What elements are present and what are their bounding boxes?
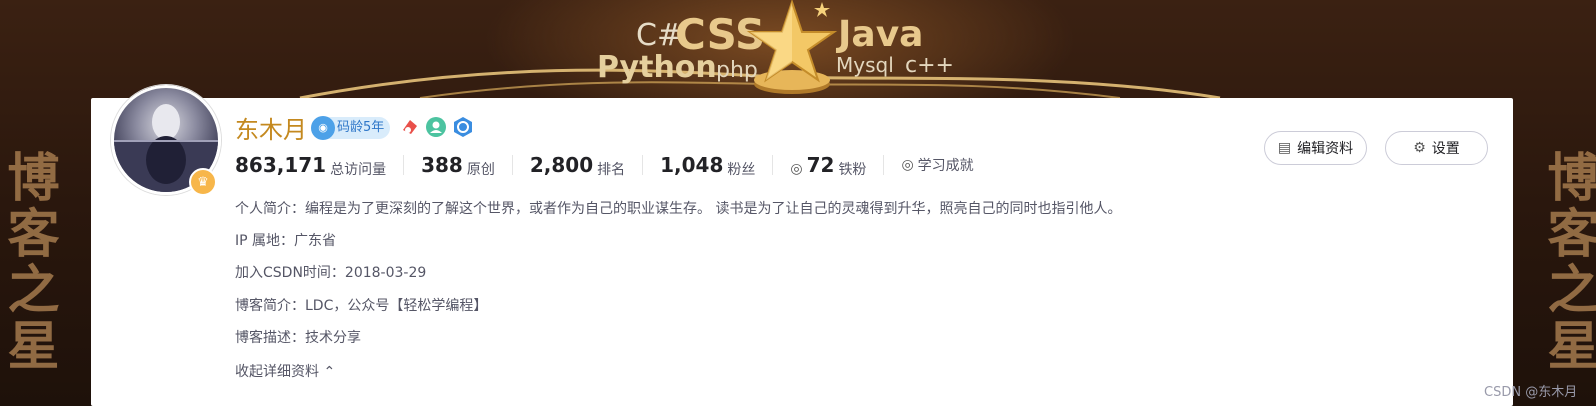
edit-profile-label: 编辑资料 xyxy=(1297,141,1354,157)
stat-value: 2,800 xyxy=(529,153,594,177)
eye-icon: ◎ xyxy=(901,157,914,173)
stat-original[interactable]: 388 原创 xyxy=(403,153,512,178)
ip-location: IP 属地：广东省 xyxy=(235,233,337,249)
star-trophy-icon xyxy=(746,0,838,94)
banner-tech-java: Java xyxy=(838,14,924,55)
banner-side-text-left: 博客之星 xyxy=(0,150,59,374)
chevron-up-icon: ⌃ xyxy=(323,364,336,380)
gear-icon: ⚙ xyxy=(1413,140,1426,156)
achievement-badge-icon[interactable] xyxy=(399,116,421,138)
eye-icon: ◎ xyxy=(790,161,803,177)
stat-value: 388 xyxy=(421,153,463,177)
blog-intro: 博客简介：LDC，公众号【轻松学编程】 xyxy=(235,298,488,314)
certified-badge-icon[interactable] xyxy=(452,116,474,138)
settings-label: 设置 xyxy=(1431,141,1460,157)
code-age-label: 码龄5年 xyxy=(337,120,385,135)
stat-value: 1,048 xyxy=(660,153,724,177)
stat-rank[interactable]: 2,800 排名 xyxy=(511,153,642,178)
stats-bar: 863,171 总访问量 388 原创 2,800 排名 1,048 粉丝 ◎ … xyxy=(235,150,991,180)
edit-document-icon: ▤ xyxy=(1277,140,1292,156)
vip-crown-icon: ♛ xyxy=(189,168,217,196)
stat-label: 原创 xyxy=(466,162,495,178)
stat-label: 总访问量 xyxy=(330,162,387,178)
watermark: CSDN @东木月 xyxy=(1484,385,1578,400)
username[interactable]: 东木月 xyxy=(235,110,307,145)
stat-learning-achievements[interactable]: ◎ 学习成就 xyxy=(883,155,990,175)
settings-button[interactable]: ⚙ 设置 xyxy=(1385,131,1488,165)
community-badge-icon[interactable] xyxy=(425,116,447,138)
stat-value: 72 xyxy=(806,153,835,177)
stat-iron-fans[interactable]: ◎ 72 铁粉 xyxy=(772,153,883,178)
code-age-icon: ◉ xyxy=(311,116,335,140)
stat-value: 863,171 xyxy=(235,153,327,177)
stat-label: 铁粉 xyxy=(838,162,867,178)
collapse-label: 收起详细资料 xyxy=(235,364,319,380)
banner-tech-python: Python xyxy=(597,50,717,85)
profile-intro: 个人简介：编程是为了更深刻的了解这个世界，或者作为自己的职业谋生存。 读书是为了… xyxy=(235,201,1122,217)
banner-tech-cpp: c++ xyxy=(905,53,954,78)
stat-total-visits[interactable]: 863,171 总访问量 xyxy=(235,153,403,178)
stat-fans[interactable]: 1,048 粉丝 xyxy=(642,153,772,178)
edit-profile-button[interactable]: ▤ 编辑资料 xyxy=(1264,131,1367,165)
code-age-badge: ◉ 码龄5年 xyxy=(311,116,391,140)
collapse-details-link[interactable]: 收起详细资料 ⌃ xyxy=(235,361,335,381)
blog-description: 博客描述：技术分享 xyxy=(235,330,361,346)
banner-side-text-right: 博客之星 xyxy=(1538,150,1596,374)
stat-label: 粉丝 xyxy=(727,162,756,178)
stat-label: 学习成就 xyxy=(917,158,974,174)
stat-label: 排名 xyxy=(597,162,626,178)
join-date: 加入CSDN时间：2018-03-29 xyxy=(235,265,427,281)
